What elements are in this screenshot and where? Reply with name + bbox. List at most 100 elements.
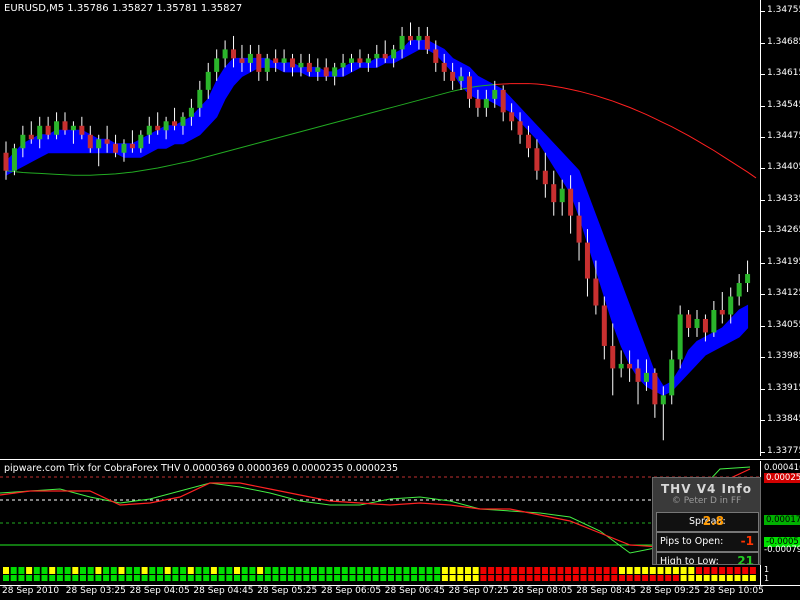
price-tick-mark bbox=[761, 451, 765, 453]
signal-bar-bottom bbox=[688, 575, 695, 581]
signal-bar-bottom bbox=[588, 575, 595, 581]
bear-candle bbox=[407, 35, 413, 41]
signal-bar-top bbox=[218, 567, 225, 574]
bear-candle bbox=[509, 112, 515, 122]
bear-candle bbox=[534, 148, 540, 171]
signal-bar-top bbox=[611, 567, 618, 574]
bear-candle bbox=[686, 314, 692, 328]
signal-bar-top bbox=[595, 567, 602, 574]
bear-candle bbox=[601, 305, 607, 346]
signal-bar-top bbox=[110, 567, 117, 574]
signal-bar-bottom bbox=[703, 575, 710, 581]
trix-indicator-chart[interactable] bbox=[0, 461, 760, 585]
signal-bar-top bbox=[87, 567, 94, 574]
high-to-low-value: 21 bbox=[737, 554, 754, 565]
bear-candle bbox=[113, 143, 119, 153]
signal-bar-top bbox=[180, 567, 187, 574]
signal-bar-bottom bbox=[619, 575, 625, 581]
signal-bar-bottom bbox=[719, 575, 726, 581]
price-scale[interactable]: 1.34755 1.34685 1.34615 1.34545 1.34475 1.344… bbox=[760, 0, 800, 456]
signal-bar-top bbox=[226, 567, 233, 574]
bear-candle bbox=[424, 35, 430, 50]
high-to-low-row: High to Low: 21 bbox=[656, 552, 759, 565]
signal-bar-top bbox=[287, 567, 294, 574]
info-panel-credit: © Peter D in FF bbox=[671, 496, 742, 506]
signal-bar-top bbox=[372, 567, 379, 574]
bull-candle bbox=[37, 125, 43, 140]
signal-bar-top bbox=[711, 567, 718, 574]
price-tick: 1.33775 bbox=[767, 445, 800, 456]
price-tick-mark bbox=[761, 168, 765, 170]
signal-bar-top bbox=[249, 567, 256, 574]
signal-bar-top bbox=[49, 567, 56, 574]
signal-bar-top bbox=[580, 567, 587, 574]
price-tick: 1.33915 bbox=[767, 382, 800, 393]
signal-bar-bottom bbox=[388, 575, 394, 581]
signal-bar-bottom bbox=[480, 575, 487, 581]
bull-candle bbox=[188, 107, 194, 117]
bear-candle bbox=[357, 58, 363, 63]
signal-bar-top bbox=[388, 567, 394, 574]
signal-bar-top bbox=[72, 567, 79, 574]
signal-bar-bottom bbox=[665, 575, 672, 581]
time-axis[interactable]: 28 Sep 2010 28 Sep 03:25 28 Sep 04:05 28 Se… bbox=[0, 585, 800, 600]
signal-bar-bottom bbox=[434, 575, 441, 581]
signal-bar-bottom bbox=[249, 575, 256, 581]
signal-bar-bottom bbox=[364, 575, 371, 581]
bear-candle bbox=[382, 53, 388, 59]
time-label: 28 Sep 10:05 bbox=[703, 586, 764, 596]
price-tick-mark bbox=[761, 262, 765, 264]
bear-candle bbox=[62, 121, 68, 131]
signal-bar-bottom bbox=[395, 575, 402, 581]
bear-candle bbox=[466, 76, 472, 99]
signal-bar-bottom bbox=[41, 575, 48, 581]
signal-bar-top bbox=[441, 567, 448, 574]
price-chart[interactable] bbox=[0, 0, 760, 456]
bear-candle bbox=[475, 98, 481, 108]
signal-bar-top bbox=[565, 567, 572, 574]
indicator-scale[interactable]: 0.0004160.000250.00017-0.0005-0.0007911 bbox=[760, 461, 800, 585]
signal-bar-bottom bbox=[518, 575, 525, 581]
signal-bar-top bbox=[649, 567, 656, 574]
signal-bar-bottom bbox=[465, 575, 471, 581]
signal-bar-bottom bbox=[203, 575, 210, 581]
bull-candle bbox=[677, 314, 683, 360]
signal-bar-top bbox=[588, 567, 595, 574]
signal-bar-bottom bbox=[680, 575, 687, 581]
signal-bar-bottom bbox=[187, 575, 194, 581]
bear-candle bbox=[306, 62, 312, 72]
price-tick: 1.34475 bbox=[767, 131, 800, 142]
signal-bar-top bbox=[472, 567, 479, 574]
signal-bar-top bbox=[18, 567, 25, 574]
pips-to-open-label: Pips to Open: bbox=[660, 536, 724, 547]
price-tick-mark bbox=[761, 325, 765, 327]
bull-candle bbox=[96, 139, 102, 149]
signal-bar-top bbox=[411, 567, 418, 574]
signal-bar-bottom bbox=[334, 575, 341, 581]
chart-divider bbox=[0, 459, 800, 460]
bull-candle bbox=[365, 58, 371, 63]
price-tick: 1.34055 bbox=[767, 319, 800, 330]
bear-candle bbox=[155, 125, 161, 131]
bull-candle bbox=[180, 116, 186, 126]
bear-candle bbox=[441, 62, 447, 72]
bars-scale-top: 1 bbox=[764, 565, 770, 574]
signal-bar-bottom bbox=[303, 575, 310, 581]
price-tick-mark bbox=[761, 11, 765, 13]
bear-candle bbox=[239, 58, 245, 63]
bull-candle bbox=[205, 71, 211, 90]
price-tick-mark bbox=[761, 199, 765, 201]
bull-candle bbox=[264, 58, 270, 72]
signal-bar-bottom bbox=[118, 575, 125, 581]
signal-bar-bottom bbox=[449, 575, 456, 581]
signal-bar-bottom bbox=[372, 575, 379, 581]
price-tick: 1.34265 bbox=[767, 225, 800, 236]
signal-bar-bottom bbox=[87, 575, 94, 581]
signal-bar-bottom bbox=[10, 575, 17, 581]
bear-candle bbox=[635, 368, 641, 382]
signal-bar-top bbox=[210, 567, 217, 574]
bear-candle bbox=[584, 242, 590, 279]
time-label: 28 Sep 03:25 bbox=[65, 586, 126, 596]
bear-candle bbox=[273, 58, 279, 63]
signal-bar-top bbox=[503, 567, 510, 574]
